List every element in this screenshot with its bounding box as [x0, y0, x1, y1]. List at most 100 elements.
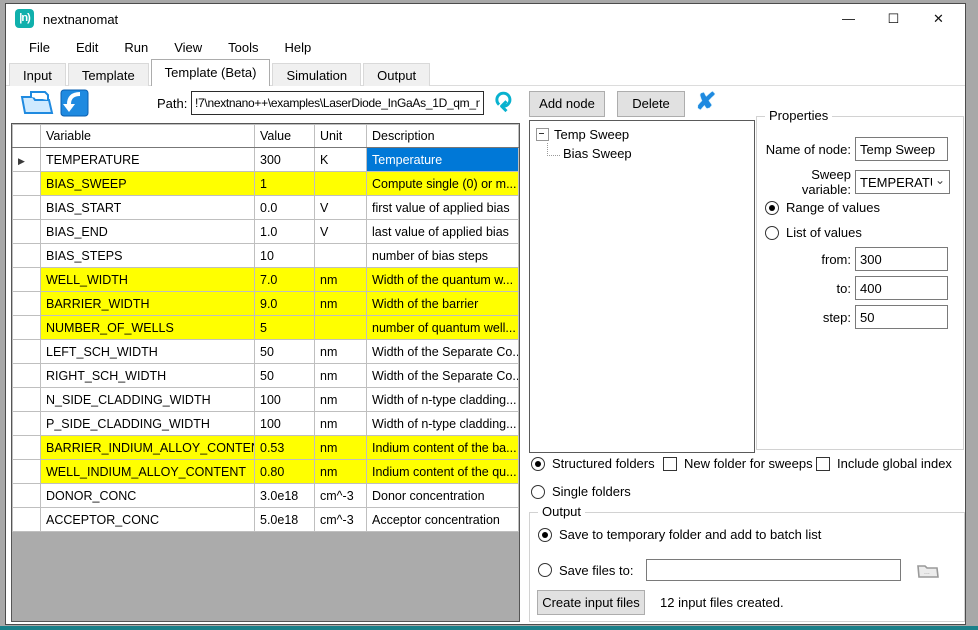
table-row[interactable]: BARRIER_INDIUM_ALLOY_CONTENT0.53nmIndium…: [13, 436, 519, 460]
table-row[interactable]: P_SIDE_CLADDING_WIDTH100nmWidth of n-typ…: [13, 412, 519, 436]
cell-variable[interactable]: BIAS_START: [41, 196, 255, 220]
structured-folders-radio[interactable]: [531, 457, 545, 471]
cell-value[interactable]: 1.0: [255, 220, 315, 244]
cell-variable[interactable]: WELL_INDIUM_ALLOY_CONTENT: [41, 460, 255, 484]
cell-unit[interactable]: nm: [315, 340, 367, 364]
name-of-node-input[interactable]: [855, 137, 948, 161]
tree-node-label[interactable]: Bias Sweep: [563, 146, 632, 161]
current-row-marker[interactable]: ▶: [13, 148, 41, 172]
table-row[interactable]: ACCEPTOR_CONC5.0e18cm^-3Acceptor concent…: [13, 508, 519, 532]
cell-value[interactable]: 3.0e18: [255, 484, 315, 508]
table-row[interactable]: DONOR_CONC3.0e18cm^-3Donor concentration: [13, 484, 519, 508]
cell-value[interactable]: 100: [255, 412, 315, 436]
cell-unit[interactable]: nm: [315, 268, 367, 292]
cell-value[interactable]: 0.0: [255, 196, 315, 220]
col-description[interactable]: Description: [367, 125, 519, 148]
col-unit[interactable]: Unit: [315, 125, 367, 148]
cell-variable[interactable]: BARRIER_WIDTH: [41, 292, 255, 316]
menu-run[interactable]: Run: [111, 37, 161, 58]
cell-description[interactable]: Compute single (0) or m...: [367, 172, 519, 196]
row-header[interactable]: [13, 268, 41, 292]
cell-value[interactable]: 10: [255, 244, 315, 268]
chevron-down-icon[interactable]: ⌄: [935, 173, 945, 187]
path-input[interactable]: [191, 91, 484, 115]
global-index-checkbox[interactable]: [816, 457, 830, 471]
table-row[interactable]: BIAS_STEPS10number of bias steps: [13, 244, 519, 268]
row-header[interactable]: [13, 460, 41, 484]
cell-value[interactable]: 5: [255, 316, 315, 340]
sweep-tree[interactable]: Temp Sweep Bias Sweep: [529, 120, 755, 453]
maximize-button-icon[interactable]: ☐: [871, 4, 916, 34]
cell-unit[interactable]: nm: [315, 412, 367, 436]
cell-value[interactable]: 0.80: [255, 460, 315, 484]
cell-unit[interactable]: K: [315, 148, 367, 172]
table-row[interactable]: BIAS_START0.0Vfirst value of applied bia…: [13, 196, 519, 220]
cell-value[interactable]: 50: [255, 340, 315, 364]
cell-description[interactable]: last value of applied bias: [367, 220, 519, 244]
sweep-variable-dropdown[interactable]: TEMPERATURE ⌄: [855, 170, 950, 194]
cell-variable[interactable]: RIGHT_SCH_WIDTH: [41, 364, 255, 388]
cell-variable[interactable]: BIAS_END: [41, 220, 255, 244]
cell-variable[interactable]: LEFT_SCH_WIDTH: [41, 340, 255, 364]
row-header[interactable]: [13, 340, 41, 364]
new-folder-option[interactable]: New folder for sweeps: [663, 456, 813, 471]
refresh-icon[interactable]: ⟲: [487, 92, 517, 113]
row-header[interactable]: [13, 364, 41, 388]
minimize-button-icon[interactable]: —: [826, 4, 871, 34]
cell-variable[interactable]: N_SIDE_CLADDING_WIDTH: [41, 388, 255, 412]
cell-unit[interactable]: cm^-3: [315, 508, 367, 532]
structured-folders-option[interactable]: Structured folders: [531, 456, 655, 471]
cell-description[interactable]: Acceptor concentration: [367, 508, 519, 532]
cell-value[interactable]: 7.0: [255, 268, 315, 292]
cell-value[interactable]: 50: [255, 364, 315, 388]
cell-unit[interactable]: nm: [315, 388, 367, 412]
cell-unit[interactable]: [315, 244, 367, 268]
menu-tools[interactable]: Tools: [215, 37, 271, 58]
cell-unit[interactable]: V: [315, 196, 367, 220]
row-header[interactable]: [13, 484, 41, 508]
table-row[interactable]: BARRIER_WIDTH9.0nmWidth of the barrier: [13, 292, 519, 316]
list-of-values-radio[interactable]: [765, 226, 779, 240]
row-header[interactable]: [13, 196, 41, 220]
table-row[interactable]: NUMBER_OF_WELLS5number of quantum well..…: [13, 316, 519, 340]
save-path-input[interactable]: [646, 559, 901, 581]
cell-variable[interactable]: TEMPERATURE: [41, 148, 255, 172]
tab-template[interactable]: Template: [68, 63, 149, 86]
save-files-radio[interactable]: [538, 563, 552, 577]
cell-description[interactable]: Width of the Separate Co...: [367, 340, 519, 364]
cell-variable[interactable]: WELL_WIDTH: [41, 268, 255, 292]
cell-description[interactable]: Width of the barrier: [367, 292, 519, 316]
cell-value[interactable]: 9.0: [255, 292, 315, 316]
cell-value[interactable]: 100: [255, 388, 315, 412]
menu-edit[interactable]: Edit: [63, 37, 111, 58]
create-input-files-button[interactable]: Create input files: [537, 590, 645, 615]
cell-variable[interactable]: BIAS_STEPS: [41, 244, 255, 268]
save-temp-option[interactable]: Save to temporary folder and add to batc…: [538, 527, 821, 542]
single-folders-radio[interactable]: [531, 485, 545, 499]
col-variable[interactable]: Variable: [41, 125, 255, 148]
menu-help[interactable]: Help: [272, 37, 325, 58]
new-folder-checkbox[interactable]: [663, 457, 677, 471]
row-header[interactable]: [13, 172, 41, 196]
tree-node-child[interactable]: Bias Sweep: [536, 144, 754, 163]
cell-variable[interactable]: ACCEPTOR_CONC: [41, 508, 255, 532]
table-row[interactable]: BIAS_SWEEP1Compute single (0) or m...: [13, 172, 519, 196]
table-row[interactable]: ▶TEMPERATURE300KTemperature: [13, 148, 519, 172]
row-header[interactable]: [13, 220, 41, 244]
tab-simulation[interactable]: Simulation: [272, 63, 361, 86]
browse-folder-icon[interactable]: ...: [916, 561, 942, 580]
step-input[interactable]: [855, 305, 948, 329]
cell-variable[interactable]: DONOR_CONC: [41, 484, 255, 508]
title-bar[interactable]: |n) nextnanomat — ☐ ✕: [6, 4, 965, 34]
cell-description[interactable]: Width of the quantum w...: [367, 268, 519, 292]
row-header[interactable]: [13, 292, 41, 316]
tree-node-root[interactable]: Temp Sweep: [536, 125, 754, 144]
col-value[interactable]: Value: [255, 125, 315, 148]
add-node-button[interactable]: Add node: [529, 91, 605, 117]
cell-unit[interactable]: nm: [315, 460, 367, 484]
list-of-values-option[interactable]: List of values: [765, 225, 862, 240]
global-index-option[interactable]: Include global index: [816, 456, 952, 471]
cell-variable[interactable]: P_SIDE_CLADDING_WIDTH: [41, 412, 255, 436]
tab-output[interactable]: Output: [363, 63, 430, 86]
tree-node-label[interactable]: Temp Sweep: [554, 127, 629, 142]
